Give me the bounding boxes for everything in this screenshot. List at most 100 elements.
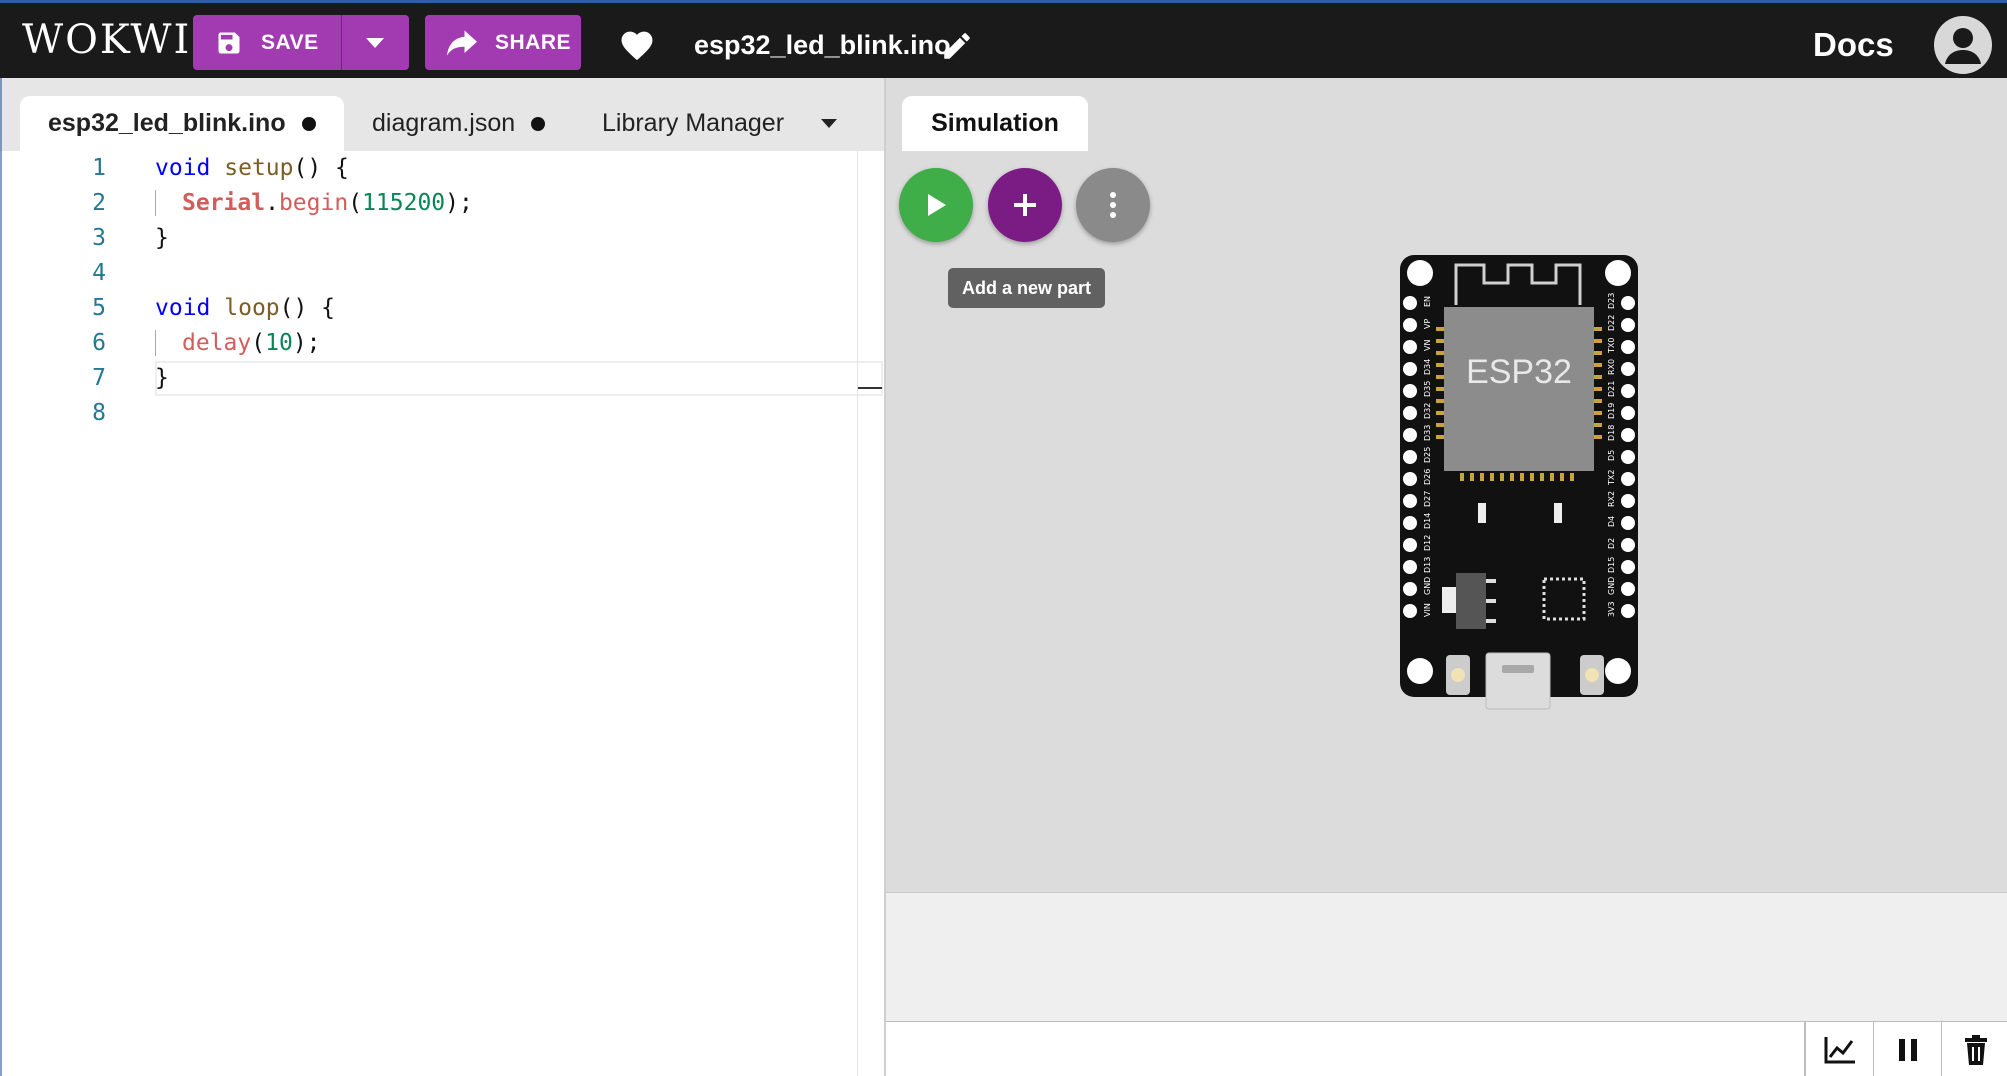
- heart-icon[interactable]: [618, 27, 656, 61]
- regulator-pin: [1486, 619, 1496, 623]
- pause-icon: [1898, 1038, 1917, 1061]
- add-part-button[interactable]: [988, 168, 1062, 242]
- boot-button-cap: [1451, 668, 1465, 682]
- mounting-hole: [1407, 260, 1433, 286]
- code-function: loop: [224, 295, 280, 321]
- clear-output-button[interactable]: [1941, 1021, 2007, 1076]
- share-button-group: SHARE: [425, 15, 581, 70]
- share-label: SHARE: [495, 30, 572, 54]
- tab-esp32-led-blink-ino[interactable]: esp32_led_blink.ino: [20, 96, 344, 151]
- tab-diagram-json[interactable]: diagram.json: [344, 96, 573, 151]
- serial-plotter-button[interactable]: [1805, 1021, 1873, 1076]
- code-text: }: [155, 365, 169, 391]
- esp32-devkit-board[interactable]: ESP32 EN VP VN D34 D35 D32 D33 D25 D26 D…: [1396, 253, 1640, 783]
- pin-label: D25: [1423, 447, 1432, 463]
- left-pin-labels: EN VP VN D34 D35 D32 D33 D25 D26 D27 D14…: [1423, 296, 1432, 617]
- chart-line-icon: [1824, 1036, 1855, 1063]
- play-icon: [928, 194, 946, 216]
- code-line: delay(10);: [155, 326, 473, 361]
- unsaved-dot-icon: [301, 116, 316, 131]
- pin-label: TX0: [1607, 338, 1616, 354]
- pin-label: GND: [1423, 577, 1432, 595]
- start-simulation-button[interactable]: [899, 168, 973, 242]
- tab-label: esp32_led_blink.ino: [48, 109, 286, 137]
- save-dropdown-button[interactable]: [340, 15, 409, 70]
- pin-label: VIN: [1423, 603, 1432, 617]
- more-vertical-icon: [1110, 192, 1116, 218]
- tab-library-manager[interactable]: Library Manager: [574, 96, 812, 151]
- pin-label: D21: [1607, 381, 1616, 397]
- code-line: Serial.begin(115200);: [155, 186, 473, 221]
- line-number: 8: [92, 400, 106, 426]
- pin-label: RX0: [1607, 359, 1616, 375]
- add-part-tooltip: Add a new part: [948, 268, 1106, 308]
- user-avatar-icon[interactable]: [1934, 16, 1992, 74]
- save-label: SAVE: [261, 30, 319, 54]
- indent-guide: Serial.begin(115200);: [155, 190, 473, 216]
- code-text: (: [251, 330, 266, 356]
- docs-link[interactable]: Docs: [1813, 23, 1894, 67]
- unsaved-dot-icon: [531, 116, 546, 131]
- project-name[interactable]: esp32_led_blink.ino: [694, 27, 951, 63]
- wokwi-logo[interactable]: WOKWI: [22, 15, 191, 65]
- code-text: (: [348, 190, 363, 216]
- code-line: void setup() {: [155, 151, 473, 186]
- tab-label: diagram.json: [372, 109, 516, 137]
- mounting-hole: [1605, 658, 1631, 684]
- pin-label: D18: [1607, 425, 1616, 441]
- save-button[interactable]: SAVE: [193, 15, 341, 70]
- pin-label: D4: [1607, 516, 1616, 527]
- pin-label: EN: [1423, 296, 1432, 307]
- regulator-pin: [1486, 579, 1496, 583]
- micro-usb-slot: [1502, 665, 1534, 673]
- plus-icon: [1014, 194, 1036, 216]
- pin-label: D15: [1607, 557, 1616, 573]
- mounting-hole: [1605, 260, 1631, 286]
- code-text: );: [292, 330, 321, 356]
- share-arrow-icon: [447, 30, 477, 55]
- code-object: Serial: [182, 190, 266, 216]
- code-editor[interactable]: 1 2 3 4 5 6 7 8 void setup() { Serial.be…: [0, 151, 884, 1076]
- editor-scrollbar[interactable]: [857, 151, 858, 1076]
- editor-tabbar: esp32_led_blink.ino diagram.json Library…: [0, 78, 884, 151]
- right-pin-labels: D23 D22 TX0 RX0 D21 D19 D18 D5 TX2 RX2 D…: [1607, 293, 1616, 617]
- code-function: setup: [224, 155, 294, 181]
- code-method: begin: [278, 190, 349, 216]
- code-method: delay: [182, 330, 252, 356]
- pin-label: D33: [1423, 425, 1432, 441]
- line-number: 5: [92, 295, 106, 321]
- tab-simulation[interactable]: Simulation: [902, 96, 1088, 151]
- code-line: void loop() {: [155, 291, 473, 326]
- caret-down-icon: [366, 37, 385, 48]
- pin-label: VN: [1423, 340, 1432, 351]
- scroll-position-marker: [858, 387, 882, 389]
- pin-label: D12: [1423, 535, 1432, 551]
- line-number: 4: [92, 260, 106, 286]
- pin-label: D19: [1607, 403, 1616, 419]
- more-options-button[interactable]: [1076, 168, 1150, 242]
- editor-panel: esp32_led_blink.ino diagram.json Library…: [0, 78, 884, 1076]
- pin-label: D23: [1607, 293, 1616, 309]
- floppy-disk-icon: [218, 32, 240, 53]
- pin-label: D35: [1423, 381, 1432, 397]
- board-label: ESP32: [1466, 353, 1572, 391]
- pin-label: RX2: [1607, 491, 1616, 507]
- mounting-hole: [1407, 658, 1433, 684]
- code-text: () {: [293, 155, 349, 181]
- pin-label: GND: [1607, 577, 1616, 595]
- tabs-dropdown-icon[interactable]: [818, 116, 840, 130]
- share-button[interactable]: SHARE: [425, 15, 581, 70]
- pin-label: D22: [1607, 315, 1616, 331]
- serial-input[interactable]: [886, 1021, 1805, 1076]
- pin-label: D26: [1423, 469, 1432, 485]
- line-number-gutter: 1 2 3 4 5 6 7 8: [0, 151, 110, 431]
- enable-button-cap: [1585, 668, 1599, 682]
- pause-button[interactable]: [1873, 1021, 1941, 1076]
- line-number: 7: [92, 365, 106, 391]
- line-number: 2: [92, 190, 106, 216]
- left-pin-holes: [1403, 296, 1417, 618]
- pencil-icon[interactable]: [940, 29, 974, 63]
- person-silhouette-icon: [1945, 28, 1981, 64]
